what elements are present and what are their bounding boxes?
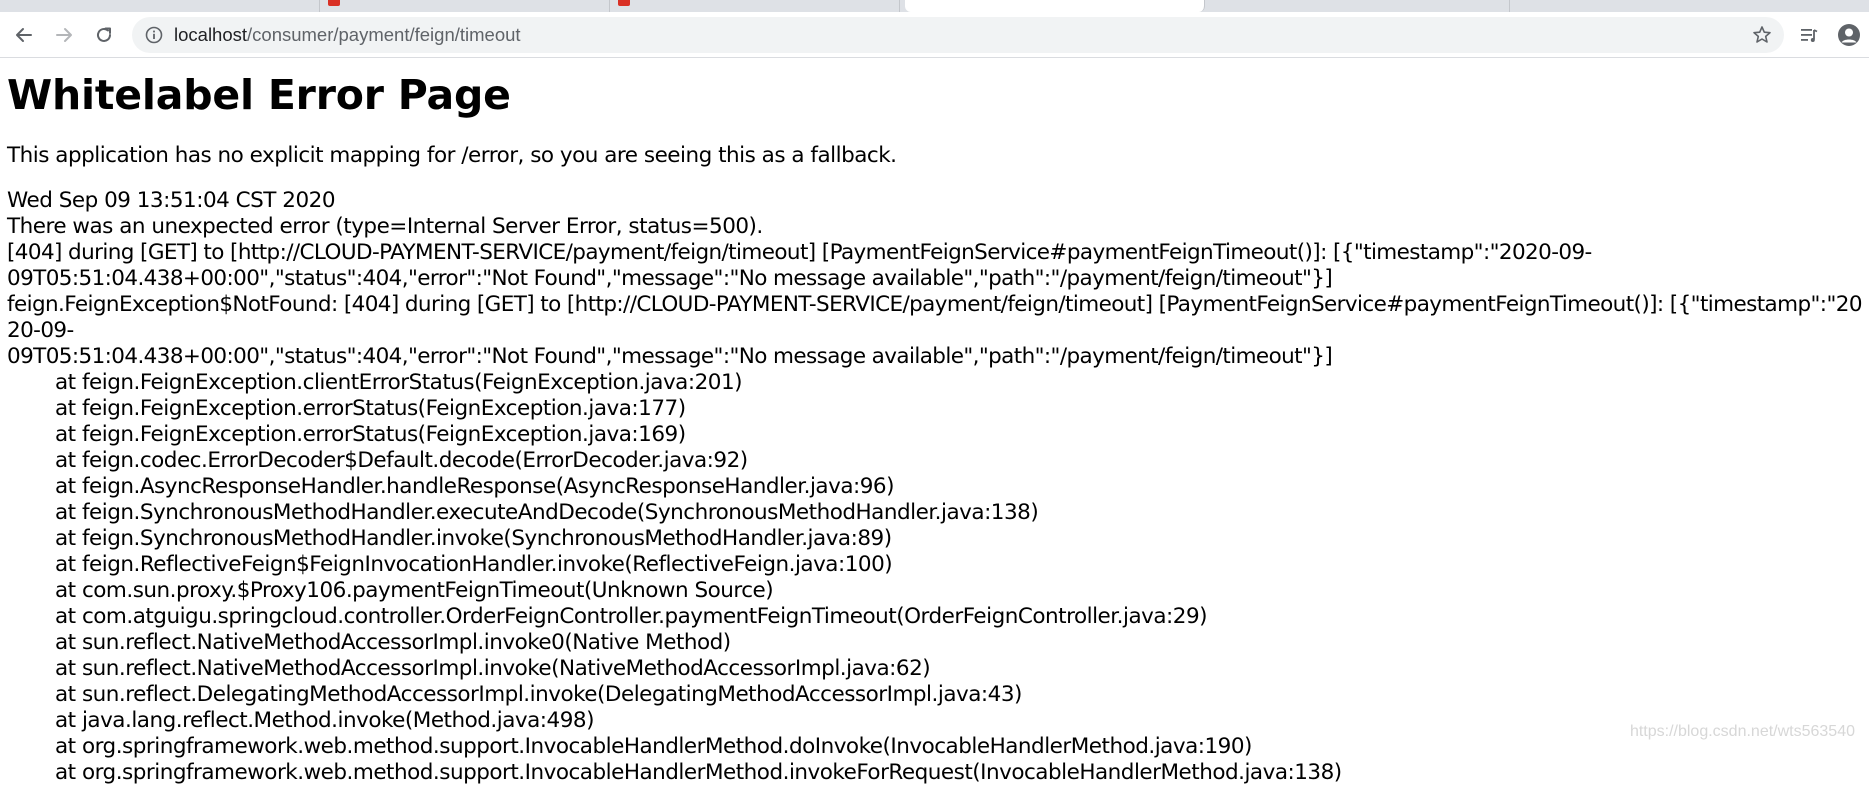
- reload-button[interactable]: [90, 21, 118, 49]
- exception-line: 09T05:51:04.438+00:00","status":404,"err…: [7, 344, 1333, 370]
- error-details: Wed Sep 09 13:51:04 CST 2020 There was a…: [7, 188, 1865, 786]
- media-button[interactable]: [1795, 21, 1823, 49]
- error-summary: There was an unexpected error (type=Inte…: [7, 214, 763, 240]
- watermark: https://blog.csdn.net/wts563540: [1629, 723, 1855, 740]
- favicon-icon: [328, 0, 340, 6]
- stack-frame: at sun.reflect.NativeMethodAccessorImpl.…: [55, 656, 931, 682]
- tab-1[interactable]: [0, 0, 320, 12]
- tab-6[interactable]: [1510, 0, 1869, 12]
- stack-frame: at sun.reflect.DelegatingMethodAccessorI…: [55, 682, 1022, 708]
- stack-frame: at feign.ReflectiveFeign$FeignInvocation…: [55, 552, 893, 578]
- stack-frame: at feign.codec.ErrorDecoder$Default.deco…: [55, 448, 748, 474]
- intro-text: This application has no explicit mapping…: [7, 143, 897, 169]
- stack-frame: at org.springframework.web.method.suppor…: [55, 760, 1342, 786]
- stack-frame: at sun.reflect.NativeMethodAccessorImpl.…: [55, 630, 731, 656]
- stack-frame: at com.atguigu.springcloud.controller.Or…: [55, 604, 1208, 630]
- stack-frame: at feign.FeignException.errorStatus(Feig…: [55, 422, 686, 448]
- browser-toolbar: localhost/consumer/payment/feign/timeout: [0, 12, 1869, 58]
- forward-button[interactable]: [50, 21, 78, 49]
- stack-frame: at feign.SynchronousMethodHandler.invoke…: [55, 526, 892, 552]
- url-host: localhost: [174, 24, 248, 45]
- exception-line: feign.FeignException$NotFound: [404] dur…: [7, 292, 1863, 344]
- stack-frame: at java.lang.reflect.Method.invoke(Metho…: [55, 708, 594, 734]
- tab-5[interactable]: [1210, 0, 1510, 12]
- error-message-line: [404] during [GET] to [http://CLOUD-PAYM…: [7, 240, 1592, 266]
- tab-active[interactable]: [905, 0, 1205, 12]
- profile-icon: [1838, 24, 1860, 46]
- back-arrow-icon: [16, 28, 32, 42]
- stack-frame: at feign.FeignException.clientErrorStatu…: [55, 370, 743, 396]
- url-text[interactable]: localhost/consumer/payment/feign/timeout: [174, 17, 521, 53]
- url-path: /consumer/payment/feign/timeout: [247, 24, 521, 45]
- info-icon[interactable]: [145, 26, 163, 44]
- page-title: Whitelabel Error Page: [7, 71, 511, 119]
- page-content: Whitelabel Error Page This application h…: [7, 59, 1865, 786]
- favicon-icon: [618, 0, 630, 6]
- tab-strip: [0, 0, 1869, 12]
- address-bar[interactable]: localhost/consumer/payment/feign/timeout: [132, 17, 1784, 53]
- back-button[interactable]: [10, 21, 38, 49]
- stack-frame: at feign.SynchronousMethodHandler.execut…: [55, 500, 1039, 526]
- stack-frame: at feign.FeignException.errorStatus(Feig…: [55, 396, 686, 422]
- stack-trace: at feign.FeignException.clientErrorStatu…: [7, 370, 1865, 786]
- profile-button[interactable]: [1835, 21, 1863, 49]
- tab-2[interactable]: [320, 0, 610, 12]
- stack-frame: at com.sun.proxy.$Proxy106.paymentFeignT…: [55, 578, 774, 604]
- star-icon[interactable]: [1752, 25, 1772, 45]
- timestamp: Wed Sep 09 13:51:04 CST 2020: [7, 188, 336, 214]
- forward-arrow-icon: [56, 28, 72, 42]
- reload-icon: [97, 27, 111, 42]
- stack-frame: at org.springframework.web.method.suppor…: [55, 734, 1252, 760]
- error-message-line: 09T05:51:04.438+00:00","status":404,"err…: [7, 266, 1333, 292]
- playlist-icon: [1801, 29, 1818, 42]
- error-message: [404] during [GET] to [http://CLOUD-PAYM…: [7, 240, 1865, 370]
- tab-3[interactable]: [610, 0, 900, 12]
- stack-frame: at feign.AsyncResponseHandler.handleResp…: [55, 474, 895, 500]
